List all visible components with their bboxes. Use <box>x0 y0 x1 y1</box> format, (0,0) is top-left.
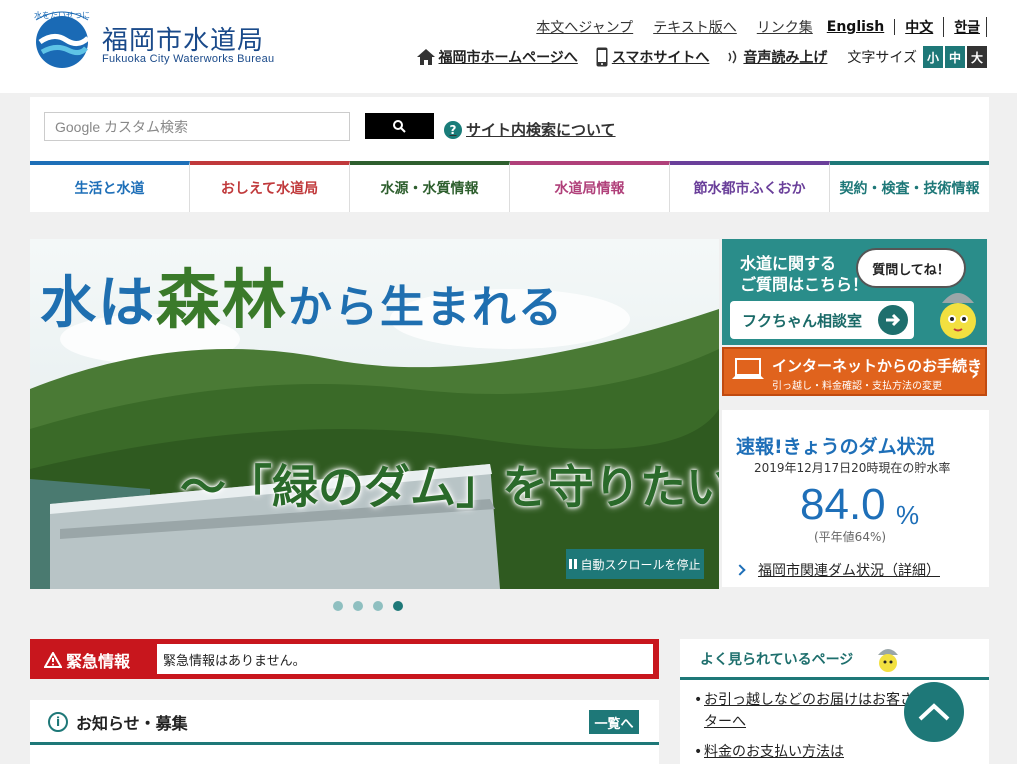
dam-detail-link[interactable]: 福岡市関連ダム状況（詳細） <box>734 560 940 580</box>
font-size-large-button[interactable]: 大 <box>967 46 987 68</box>
consult-banner-text: 水道に関する ご質問はこちら！ <box>740 253 868 295</box>
font-size-label: 文字サイズ <box>847 50 917 66</box>
pause-icon <box>569 559 578 569</box>
dam-storage-value: 84.0 <box>800 480 886 529</box>
consult-room-label: フクちゃん相談室 <box>742 311 863 330</box>
dam-average-value: (平年値64%) <box>814 530 887 544</box>
nav-item-life-water[interactable]: 生活と水道 <box>30 161 190 212</box>
info-icon: i <box>48 712 68 732</box>
nav-item-bureau-info[interactable]: 水道局情報 <box>510 161 670 212</box>
site-header: 水をたいせつに 福岡市水道局 Fukuoka City Waterworks B… <box>0 0 1017 93</box>
list-item[interactable]: 料金のお支払い方法は <box>694 741 964 763</box>
dam-status-title: 速報!きょうのダム状況 <box>736 436 935 458</box>
skip-to-content-link[interactable]: 本文へジャンプ <box>536 17 633 37</box>
consult-text-line1: 水道に関する <box>740 254 837 273</box>
nav-item-water-source[interactable]: 水源・水質情報 <box>350 161 510 212</box>
consult-room-button[interactable]: フクちゃん相談室 <box>730 301 914 339</box>
font-size-switcher: 文字サイズ 小 中 大 <box>847 46 987 68</box>
nav-item-contracts[interactable]: 契約・検査・技術情報 <box>830 161 989 212</box>
chevron-right-icon: › <box>970 361 979 385</box>
consult-speech-bubble: 質問してね！ <box>856 248 966 288</box>
logo-title-ja: 福岡市水道局 <box>102 26 265 56</box>
slider-dots <box>333 601 413 611</box>
emergency-label: 緊急情報 <box>44 648 130 672</box>
search-panel: ? サイト内検索について <box>30 97 989 161</box>
slide-dot[interactable] <box>353 601 363 611</box>
search-icon <box>393 119 406 133</box>
news-divider <box>30 742 659 745</box>
logo-mark-icon: 水をたいせつに <box>34 10 90 68</box>
slide-title-part1: 水は <box>40 270 156 336</box>
news-heading: i お知らせ・募集 <box>48 710 188 734</box>
slide-title-part2: 森林 <box>156 263 288 338</box>
mascot-icon <box>940 293 976 339</box>
pause-autoscroll-label: 自動スクロールを停止 <box>580 557 701 572</box>
consult-banner[interactable]: 水道に関する ご質問はこちら！ 質問してね！ フクちゃん相談室 <box>722 239 987 345</box>
utility-row: 福岡市ホームページへ スマホサイトへ 音声読み上げ 文字サイズ 小 中 大 <box>399 46 987 68</box>
dam-status-date: 2019年12月17日20時現在の貯水率 <box>754 461 951 475</box>
slide-dot[interactable] <box>373 601 383 611</box>
utility-links: 本文へジャンプ テキスト版へ リンク集 English 中文 한글 <box>516 17 987 37</box>
online-procedure-sub: 引っ越し・料金確認・支払方法の変更 <box>772 381 942 392</box>
slide-title-part3: から生まれる <box>288 282 564 333</box>
consult-text-line2: ご質問はこちら！ <box>740 275 869 294</box>
slide-subtitle: 〜「緑のダム」を守りたい〜 <box>180 460 719 514</box>
search-help-label: サイト内検索について <box>466 121 616 139</box>
slide-dot[interactable] <box>333 601 343 611</box>
emergency-label-text: 緊急情報 <box>66 652 131 671</box>
dam-status-panel: 速報!きょうのダム状況 2019年12月17日20時現在の貯水率 84.0 % … <box>722 410 989 587</box>
arrow-right-icon <box>878 305 908 335</box>
logo-tagline: 水をたいせつに <box>34 10 90 20</box>
popular-pages-heading: よく見られているページ <box>680 639 989 680</box>
slide-dot-active[interactable] <box>393 601 403 611</box>
news-title: お知らせ・募集 <box>76 714 188 733</box>
online-procedure-title: インターネットからのお手続き <box>772 357 983 375</box>
voice-reader-link[interactable]: 音声読み上げ <box>727 47 827 67</box>
search-button[interactable] <box>365 113 434 139</box>
pause-autoscroll-button[interactable]: 自動スクロールを停止 <box>566 549 704 579</box>
popular-pages-title: よく見られているページ <box>700 652 854 668</box>
smartphone-icon <box>596 47 608 67</box>
warning-icon <box>44 652 62 668</box>
chevron-right-icon <box>734 564 746 576</box>
emergency-info: 緊急情報 緊急情報はありません。 <box>30 639 659 679</box>
slide-title: 水は森林から生まれる <box>40 249 564 341</box>
font-size-medium-button[interactable]: 中 <box>945 46 965 68</box>
nav-item-ask-bureau[interactable]: おしえて水道局 <box>190 161 350 212</box>
home-icon <box>416 49 435 65</box>
voice-reader-label: 音声読み上げ <box>743 50 828 66</box>
popular-link-payment[interactable]: 料金のお支払い方法は <box>704 744 844 760</box>
global-nav: 生活と水道 おしえて水道局 水源・水質情報 水道局情報 節水都市ふくおか 契約・… <box>30 161 989 212</box>
back-to-top-button[interactable] <box>904 682 964 742</box>
smartphone-site-link[interactable]: スマホサイトへ <box>596 47 710 67</box>
smartphone-site-label: スマホサイトへ <box>611 50 710 66</box>
nav-item-water-saving[interactable]: 節水都市ふくおか <box>670 161 830 212</box>
hero-slider[interactable]: 水は森林から生まれる 〜「緑のダム」を守りたい〜 自動スクロールを停止 <box>30 239 719 589</box>
news-section: i お知らせ・募集 一覧へ <box>30 700 659 764</box>
search-help-link[interactable]: ? サイト内検索について <box>444 119 616 140</box>
site-logo[interactable]: 水をたいせつに 福岡市水道局 Fukuoka City Waterworks B… <box>30 6 290 72</box>
search-input[interactable] <box>44 112 350 141</box>
text-version-link[interactable]: テキスト版へ <box>653 17 737 37</box>
mascot-icon <box>878 649 898 672</box>
city-home-label: 福岡市ホームページへ <box>438 50 578 66</box>
online-procedure-banner[interactable]: インターネットからのお手続き 引っ越し・料金確認・支払方法の変更 › <box>722 347 987 396</box>
lang-chinese-link[interactable]: 中文 <box>895 17 945 37</box>
laptop-icon <box>732 358 764 379</box>
city-home-link[interactable]: 福岡市ホームページへ <box>416 47 578 67</box>
dam-storage-unit: % <box>896 500 920 530</box>
lang-english-link[interactable]: English <box>827 19 896 35</box>
chevron-up-icon <box>918 703 950 721</box>
dam-detail-label: 福岡市関連ダム状況（詳細） <box>758 563 940 579</box>
emergency-message: 緊急情報はありません。 <box>157 644 653 674</box>
sound-icon <box>728 50 737 64</box>
question-icon: ? <box>444 120 462 139</box>
news-list-button[interactable]: 一覧へ <box>589 710 639 734</box>
lang-korean-link[interactable]: 한글 <box>944 17 987 37</box>
font-size-small-button[interactable]: 小 <box>923 46 943 68</box>
links-page-link[interactable]: リンク集 <box>757 17 813 37</box>
logo-title-en: Fukuoka City Waterworks Bureau <box>102 53 275 65</box>
